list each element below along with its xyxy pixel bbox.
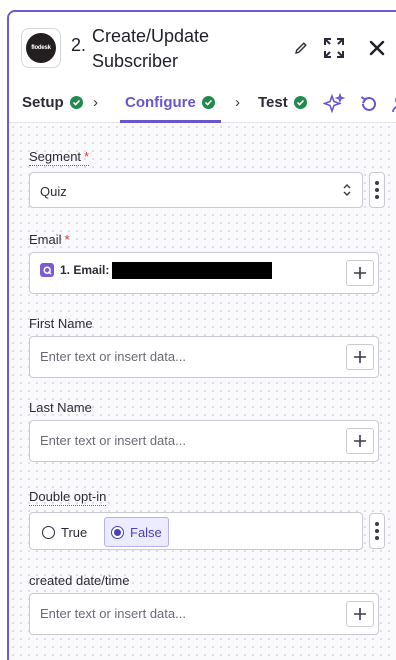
created-datetime-label: created date/time bbox=[29, 573, 130, 588]
panel-header: flodesk 2. Create/Update Subscriber bbox=[9, 12, 396, 84]
tab-test-label: Test bbox=[258, 94, 288, 111]
double-opt-in-radio-group: True False bbox=[29, 512, 363, 550]
double-opt-in-label: Double opt-in bbox=[29, 489, 107, 506]
segment-label-text: Segment bbox=[29, 149, 82, 164]
plus-icon bbox=[354, 608, 366, 620]
created-datetime-field[interactable]: Enter text or insert data... bbox=[29, 593, 379, 635]
radio-true[interactable]: True bbox=[36, 517, 93, 547]
radio-true-label: True bbox=[61, 524, 88, 540]
more-dots-icon bbox=[375, 522, 379, 526]
user-icon[interactable] bbox=[390, 94, 396, 114]
radio-selected-icon bbox=[111, 525, 124, 539]
segment-select[interactable]: Quiz bbox=[29, 172, 363, 208]
more-dots-icon bbox=[375, 181, 379, 185]
more-dots-icon bbox=[375, 195, 379, 199]
configure-form: Segment * Quiz Email * 1. Email: First N… bbox=[9, 123, 396, 660]
tab-setup-label: Setup bbox=[22, 94, 64, 111]
tab-test[interactable]: Test bbox=[258, 94, 307, 111]
insert-data-button[interactable] bbox=[346, 601, 374, 627]
step-tabs: Setup › Configure › Test bbox=[9, 84, 396, 123]
mapped-email-pill[interactable]: 1. Email: bbox=[40, 259, 273, 281]
email-label-text: Email bbox=[29, 232, 62, 247]
first-name-field[interactable]: Enter text or insert data... bbox=[29, 336, 379, 378]
expand-icon[interactable] bbox=[322, 36, 346, 60]
step-editor-panel: flodesk 2. Create/Update Subscriber Setu… bbox=[7, 10, 396, 660]
last-name-placeholder: Enter text or insert data... bbox=[40, 433, 186, 448]
close-icon[interactable] bbox=[367, 38, 387, 58]
insert-data-button[interactable] bbox=[346, 344, 374, 370]
radio-false[interactable]: False bbox=[104, 517, 169, 547]
check-circle-icon bbox=[201, 96, 215, 109]
flodesk-logo: flodesk bbox=[26, 33, 56, 63]
more-dots-icon bbox=[375, 188, 379, 192]
radio-false-label: False bbox=[130, 524, 162, 540]
segment-more-options[interactable] bbox=[369, 172, 385, 208]
check-circle-icon bbox=[69, 96, 83, 109]
more-dots-icon bbox=[375, 529, 379, 533]
tab-configure[interactable]: Configure bbox=[125, 94, 215, 111]
required-marker: * bbox=[84, 149, 90, 164]
insert-data-button[interactable] bbox=[346, 428, 374, 454]
plus-icon bbox=[354, 267, 366, 279]
email-field[interactable]: 1. Email: bbox=[29, 252, 379, 294]
first-name-label: First Name bbox=[29, 316, 93, 331]
trigger-app-icon bbox=[40, 263, 54, 277]
plus-icon bbox=[354, 435, 366, 447]
mapped-email-label: 1. Email: bbox=[60, 263, 110, 277]
app-logo: flodesk bbox=[21, 28, 61, 68]
created-datetime-placeholder: Enter text or insert data... bbox=[40, 606, 186, 621]
step-number: 2. bbox=[71, 35, 87, 55]
insert-data-button[interactable] bbox=[346, 260, 374, 286]
double-opt-in-more-options[interactable] bbox=[369, 513, 385, 549]
check-circle-icon bbox=[293, 96, 307, 109]
more-dots-icon bbox=[375, 536, 379, 540]
chevron-right-icon: › bbox=[93, 94, 98, 111]
tab-setup[interactable]: Setup bbox=[22, 94, 83, 111]
ai-sparkle-icon[interactable] bbox=[322, 92, 346, 116]
radio-circle-icon bbox=[42, 525, 55, 539]
step-title: Create/Update Subscriber bbox=[92, 26, 210, 71]
first-name-placeholder: Enter text or insert data... bbox=[40, 349, 186, 364]
segment-value: Quiz bbox=[40, 184, 67, 199]
rename-pencil-icon[interactable] bbox=[293, 40, 309, 56]
tab-configure-label: Configure bbox=[125, 94, 196, 111]
chevron-updown-icon bbox=[342, 183, 352, 200]
refresh-icon[interactable] bbox=[357, 92, 381, 116]
last-name-field[interactable]: Enter text or insert data... bbox=[29, 420, 379, 462]
chevron-right-icon: › bbox=[235, 94, 240, 111]
redacted-value bbox=[112, 261, 273, 279]
required-marker: * bbox=[64, 232, 70, 247]
plus-icon bbox=[354, 351, 366, 363]
last-name-label: Last Name bbox=[29, 400, 92, 415]
email-label: Email * bbox=[29, 232, 70, 247]
segment-label: Segment * bbox=[29, 149, 90, 166]
